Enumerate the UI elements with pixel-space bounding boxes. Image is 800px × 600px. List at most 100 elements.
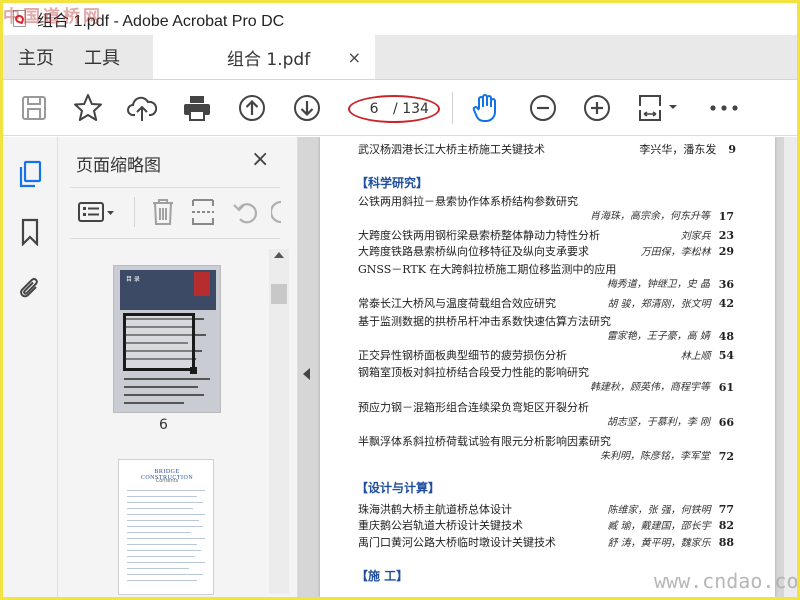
close-tab-icon[interactable]: × [348,48,361,67]
toc-entry-authors: 朱利明，陈彦铭，李军堂 [600,451,710,462]
toolbar-divider [452,92,453,124]
tab-home[interactable]: 主页 [3,35,69,79]
collapse-panel-icon[interactable] [303,368,310,380]
watermark-bottom: www.cndao.com [654,569,800,593]
save-icon[interactable] [19,93,49,123]
toc-entry-authors: 肖海珠，高宗余，何东升等 [590,211,710,222]
bookmark-icon[interactable] [17,217,43,247]
toc-entry-title: 武汉杨泗港长江大桥主桥施工关键技术 [358,143,545,156]
more-icon[interactable] [707,93,741,123]
toc-entry: 基于监测数据的拱桥吊杆冲击系数快速估算方法研究 雷家艳，王子豪，高 婧 48 [358,314,734,344]
thumbnail-scrollbar[interactable] [269,249,289,594]
toc-entry-page: 66 [718,416,734,429]
toc-entry-authors: 韩建秋，顾英伟，商程宇等 [590,382,710,393]
toc-entry-page: 29 [718,245,734,258]
panel-divider [70,187,280,188]
title-bar: 组合 1.pdf - Adobe Acrobat Pro DC [3,3,797,35]
thumbnail-line [127,520,199,521]
panel-title: 页面缩略图 [76,156,161,176]
toc-entry: 禹门口黄河公路大桥临时墩设计关键技术 舒 涛，黄平明，魏家乐 88 [358,535,734,551]
page-fit-icon[interactable] [635,93,683,123]
toc-entry-page: 36 [718,278,734,291]
scroll-up-icon[interactable] [274,252,284,258]
tab-document[interactable]: 组合 1.pdf × [153,35,375,79]
thumbnail-line [127,496,197,497]
page-thumbnail-7[interactable]: BRIDGE CONSTRUCTION Contents [118,459,214,595]
toc-entry-authors: 梅秀道，钟继卫，史 晶 [606,279,710,290]
toc-entry-page: 48 [718,330,734,343]
hand-tool-icon[interactable] [471,93,501,123]
rotate-clockwise-icon[interactable] [269,199,283,229]
scroll-thumb[interactable] [271,284,287,304]
thumbnails-panel: 页面缩略图 × 目 录 6 BRIDGE CONSTRUCTION Conten… [58,137,298,597]
page-number-input[interactable] [359,101,390,117]
toc-entry-title: 钢箱室顶板对斜拉桥结合段受力性能的影响研究 [358,366,589,379]
thumbnail-line [124,378,210,380]
toc-entry: 重庆鹅公岩轨道大桥设计关键技术 臧 瑜，戴建国，邵长宇 82 [358,518,734,534]
watermark-top: 中国道桥网 [3,7,103,27]
toc-entry-title: 基于监测数据的拱桥吊杆冲击系数快速估算方法研究 [358,315,611,328]
thumbnail-line [127,526,203,527]
tab-document-label: 组合 1.pdf [227,49,311,70]
close-panel-icon[interactable]: × [251,147,269,172]
toc-entry-title: 珠海洪鹤大桥主航道桥总体设计 [358,503,512,516]
page-up-icon[interactable] [237,93,267,123]
section-heading: 【施 工】 [356,569,409,583]
toc-entry-title: 半飘浮体系斜拉桥荷载试验有限元分析影响因素研究 [358,435,611,448]
print-icon[interactable] [182,93,212,123]
toc-entry-authors: 李兴华，潘东发 [639,143,717,156]
toc-entry-page: 82 [718,519,734,532]
attachment-icon[interactable] [17,274,43,304]
panel-toolbar [72,195,282,231]
toc-entry-authors: 臧 瑜，戴建国，邵长宇 [607,521,711,532]
toc-entry-title: GNSS－RTK 在大跨斜拉桥施工期位移监测中的应用 [358,263,617,276]
toc-entry-authors: 雷家艳，王子豪，高 婧 [606,331,710,342]
tab-tools[interactable]: 工具 [69,35,135,79]
extract-pages-icon[interactable] [190,197,216,231]
page-thumbnail-6[interactable]: 目 录 [113,265,221,413]
toc-entry: GNSS－RTK 在大跨斜拉桥施工期位移监测中的应用 梅秀道，钟继卫，史 晶 36 [358,262,734,292]
toc-entry-page: 88 [718,536,734,549]
options-menu-icon[interactable] [78,201,116,229]
toc-entry-title: 正交异性钢桥面板典型细节的疲劳损伤分析 [358,349,567,362]
toc-entry-authors: 陈维家，张 强，何铁明 [607,505,711,516]
thumbnail-line [127,514,205,515]
page-down-icon[interactable] [292,93,322,123]
rotate-page-icon[interactable] [232,199,260,229]
thumbnail-line [127,574,203,575]
thumbnail-line [127,550,201,551]
viewport-resize-handle[interactable] [190,367,197,374]
document-view[interactable]: 武汉杨泗港长江大桥主桥施工关键技术 李兴华，潘东发 9 【科学研究】 公铁两用斜拉… [298,137,797,597]
thumbnail-line [127,556,195,557]
toc-entry-authors: 刘家兵 [680,231,711,242]
toc-entry-title: 大跨度铁路悬索桥纵向位移特征及纵向支承要求 [358,245,589,258]
cloud-upload-icon[interactable] [127,93,157,123]
toc-entry-authors: 林上顺 [680,351,711,362]
zoom-out-icon[interactable] [528,93,558,123]
toc-entry: 大跨度铁路悬索桥纵向位移特征及纵向支承要求 万田保，李松林 29 [358,244,734,260]
section-heading: 【科学研究】 [356,176,429,190]
thumbnail-line [127,544,197,545]
toc-entry-authors: 万田保，李松林 [640,247,711,258]
toc-entry-authors: 胡 骏，郑清刚，张文明 [607,299,711,310]
toc-entry: 珠海洪鹤大桥主航道桥总体设计 陈维家，张 强，何铁明 77 [358,502,734,518]
thumbnail-line [124,386,198,388]
toc-entry-page: 23 [718,229,734,242]
page-thumbnails-icon[interactable] [17,159,43,189]
toc-entry-page: 17 [718,210,734,223]
tab-bar: 主页 工具 组合 1.pdf × [3,35,797,80]
thumbnail-line [124,402,184,404]
toc-entry: 公铁两用斜拉－悬索协作体系桥结构参数研究 肖海珠，高宗余，何东升等 17 [358,194,734,224]
thumbnail-cover-block [194,272,210,296]
toc-entry: 大跨度公铁两用钢桁梁悬索桥整体静动力特性分析 刘家兵 23 [358,228,734,244]
star-icon[interactable] [73,93,103,123]
toc-entry-title: 预应力钢－混箱形组合连续梁负弯矩区开裂分析 [358,401,589,414]
delete-page-icon[interactable] [150,197,176,231]
document-scrollbar[interactable] [784,137,797,597]
toc-entry-page: 9 [728,143,736,156]
page-number-field: / 134 [348,95,440,123]
toolbar: / 134 [3,80,797,136]
thumbnail-line [127,562,205,563]
zoom-in-icon[interactable] [582,93,612,123]
viewport-selection-box[interactable] [123,313,195,371]
